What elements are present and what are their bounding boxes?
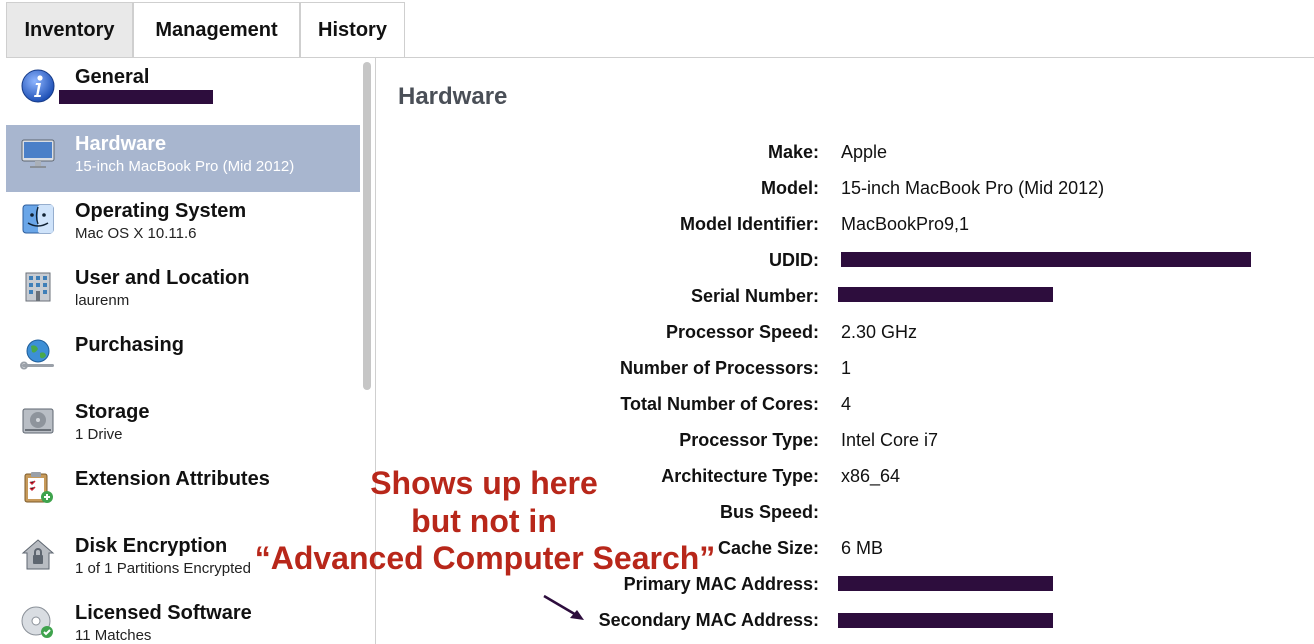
field-value: Apple xyxy=(841,142,888,162)
field-value: 15-inch MacBook Pro (Mid 2012) xyxy=(841,178,1105,198)
field-label: Cache Size: xyxy=(717,538,819,558)
redaction-bar xyxy=(841,252,1251,267)
field-value: 1 xyxy=(841,358,852,378)
finder-icon xyxy=(20,202,56,238)
annotation-line-1: Shows up here xyxy=(370,465,598,501)
field-label: Processor Speed: xyxy=(665,322,819,342)
monitor-icon xyxy=(20,135,56,171)
sidebar-item-purchasing[interactable]: Purchasing xyxy=(6,326,360,393)
sidebar-item-user-and-location[interactable]: User and Location laurenm xyxy=(6,259,360,326)
field-label: Serial Number: xyxy=(690,286,819,306)
building-icon xyxy=(20,269,56,305)
redaction-bar xyxy=(838,576,1053,591)
sidebar-item-subtitle: 15-inch MacBook Pro (Mid 2012) xyxy=(75,158,295,175)
field-label: Make: xyxy=(767,142,819,162)
info-icon xyxy=(20,68,56,104)
annotation-arrow-icon xyxy=(543,594,584,620)
field-label: UDID: xyxy=(769,250,819,270)
sidebar-item-label: Extension Attributes xyxy=(75,468,270,490)
field-label: Total Number of Cores: xyxy=(620,394,819,414)
sidebar-item-label: Licensed Software xyxy=(75,602,252,624)
sidebar-item-label: Operating System xyxy=(75,200,247,222)
tab-history[interactable]: History xyxy=(300,2,405,57)
redaction-bar xyxy=(838,613,1053,628)
sidebar-item-label: General xyxy=(75,66,150,88)
sidebar-item-label: Hardware xyxy=(75,133,167,155)
field-value: x86_64 xyxy=(841,466,901,486)
tab-management[interactable]: Management xyxy=(133,2,300,57)
annotation-line-3: “Advanced Computer Search” xyxy=(254,540,716,576)
sidebar-item-subtitle: 1 of 1 Partitions Encrypted xyxy=(75,560,251,577)
clipboard-add-icon xyxy=(20,470,56,506)
sidebar-item-label: Storage xyxy=(75,401,150,423)
tab-inventory[interactable]: Inventory xyxy=(6,2,133,57)
sidebar-item-hardware[interactable]: Hardware 15-inch MacBook Pro (Mid 2012) xyxy=(6,125,360,192)
field-label: Model Identifier: xyxy=(680,214,819,234)
field-label: Number of Processors: xyxy=(619,358,819,378)
house-lock-icon xyxy=(20,537,56,573)
field-value: 4 xyxy=(841,394,852,414)
globe-wrench-icon xyxy=(20,336,56,372)
field-label: Processor Type: xyxy=(679,430,819,450)
sidebar-item-licensed-software[interactable]: Licensed Software 11 Matches xyxy=(6,594,360,644)
sidebar-scrollbar[interactable] xyxy=(363,62,371,390)
field-label: Architecture Type: xyxy=(661,466,819,486)
sidebar-item-subtitle: laurenm xyxy=(75,292,130,309)
field-value: 2.30 GHz xyxy=(841,322,918,342)
field-label: Secondary MAC Address: xyxy=(598,610,819,630)
sidebar-item-storage[interactable]: Storage 1 Drive xyxy=(6,393,360,460)
sidebar-item-label: Purchasing xyxy=(75,334,184,356)
sidebar-item-label: Disk Encryption xyxy=(75,535,228,557)
field-label: Model: xyxy=(761,178,819,198)
field-value: 6 MB xyxy=(841,538,884,558)
sidebar-item-subtitle: 11 Matches xyxy=(75,627,152,644)
section-title: Hardware xyxy=(398,83,508,110)
sidebar-item-extension-attributes[interactable]: Extension Attributes xyxy=(6,460,360,527)
field-value: Intel Core i7 xyxy=(841,430,939,450)
field-value: MacBookPro9,1 xyxy=(841,214,970,234)
annotation-line-2: but not in xyxy=(411,503,557,539)
sidebar-item-subtitle: Mac OS X 10.11.6 xyxy=(75,225,197,242)
field-label: Primary MAC Address: xyxy=(623,574,819,594)
tab-bar: Inventory Management History xyxy=(6,2,1314,58)
redaction-bar xyxy=(59,90,213,104)
drive-icon xyxy=(20,403,56,439)
sidebar-item-label: User and Location xyxy=(75,267,250,289)
field-label: Bus Speed: xyxy=(719,502,819,522)
sidebar-item-subtitle: 1 Drive xyxy=(75,426,123,443)
redaction-bar xyxy=(838,287,1053,302)
sidebar-item-operating-system[interactable]: Operating System Mac OS X 10.11.6 xyxy=(6,192,360,259)
disc-check-icon xyxy=(20,604,56,640)
